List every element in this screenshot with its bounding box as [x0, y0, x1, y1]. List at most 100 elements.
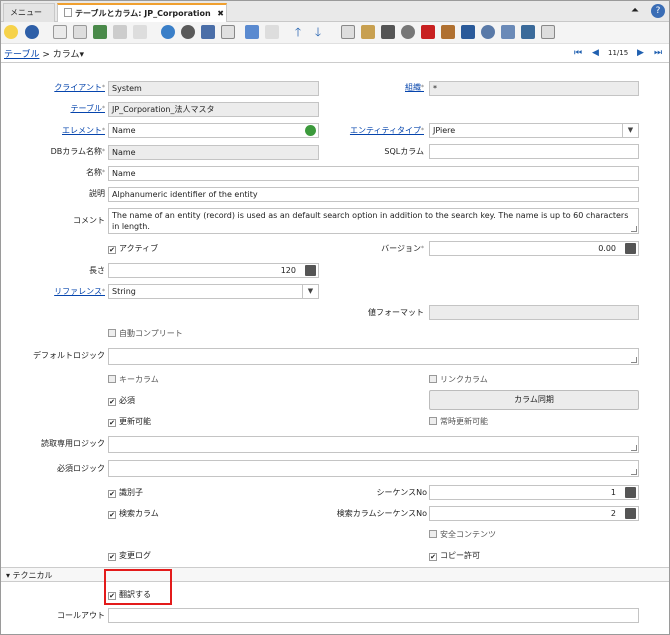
new-icon[interactable] [53, 25, 67, 39]
sqlcol-field[interactable] [429, 144, 639, 159]
element-label[interactable]: エレメント* [41, 125, 105, 137]
element-field[interactable]: Name [108, 123, 319, 138]
seqno-field[interactable]: 1 [429, 485, 639, 500]
readonlylogic-label: 読取専用ロジック [41, 439, 105, 448]
multi-icon[interactable] [265, 25, 279, 39]
calculator-icon[interactable] [625, 487, 636, 498]
help-icon[interactable]: ? [651, 4, 665, 18]
print-icon[interactable] [381, 25, 395, 39]
resize-icon[interactable] [631, 445, 637, 451]
breadcrumb: テーブル > カラム▾ ⏮ ◀ 11/15 ▶ ⏭ [1, 44, 669, 63]
check-icon: ✔ [108, 553, 116, 561]
checkbox-icon [429, 530, 437, 538]
entity-label[interactable]: エンティティタイプ* [341, 125, 424, 137]
first-record-icon[interactable]: ⏮ [574, 48, 584, 58]
help-toolbar-icon[interactable] [25, 25, 39, 39]
linkcol-checkbox[interactable]: リンクカラム [429, 374, 488, 385]
lightbulb-icon[interactable] [4, 25, 18, 39]
check-icon: ✔ [429, 553, 437, 561]
selcol-checkbox[interactable]: ✔ 検索カラム [108, 508, 159, 519]
zoom-arrow-icon[interactable] [305, 125, 316, 136]
search-icon[interactable] [181, 25, 195, 39]
calculator-icon[interactable] [625, 243, 636, 254]
entity-select[interactable]: JPiere ▼ [429, 123, 639, 138]
updatable-checkbox[interactable]: ✔ 更新可能 [108, 416, 151, 427]
refresh-icon[interactable] [161, 25, 175, 39]
comment-text: The name of an entity (record) is used a… [112, 211, 629, 231]
document-icon [64, 8, 72, 17]
org-label[interactable]: 組織* [351, 82, 424, 94]
active-checkbox[interactable]: ✔ アクティブ [108, 243, 158, 254]
comment-field[interactable]: The name of an entity (record) is used a… [108, 208, 639, 234]
tab-close-icon[interactable]: ✖ [217, 9, 224, 18]
element-value: Name [112, 126, 136, 135]
archive-icon[interactable] [361, 25, 375, 39]
grid-toggle-icon[interactable] [245, 25, 259, 39]
breadcrumb-table-link[interactable]: テーブル [4, 50, 39, 60]
calculator-icon[interactable] [625, 508, 636, 519]
breadcrumb-separator: > [42, 50, 50, 60]
attachment-icon[interactable] [201, 25, 215, 39]
desc-field[interactable]: Alphanumeric identifier of the entity [108, 187, 639, 202]
workflow-icon[interactable] [421, 25, 435, 39]
changelog-checkbox[interactable]: ✔ 変更ログ [108, 550, 151, 561]
chat-icon[interactable] [221, 25, 235, 39]
entity-value: JPiere [433, 126, 456, 135]
callout-field[interactable] [108, 608, 639, 623]
checkbox-icon [108, 329, 116, 337]
export-icon[interactable] [501, 25, 515, 39]
check-icon: ✔ [108, 490, 116, 498]
resize-icon[interactable] [631, 226, 637, 232]
reference-label[interactable]: リファレンス* [41, 286, 105, 298]
org-field: * [429, 81, 639, 96]
sync-column-button[interactable]: カラム同期 [429, 390, 639, 410]
secure-checkbox[interactable]: 安全コンテンツ [429, 529, 496, 540]
last-record-icon[interactable]: ⏭ [654, 48, 664, 58]
reference-select[interactable]: String ▼ [108, 284, 319, 299]
tab-table-column[interactable]: テーブルとカラム: JP_Corporation ✖ [57, 3, 227, 23]
version-field[interactable]: 0.00 [429, 241, 639, 256]
next-record-icon[interactable]: 🡓 [311, 25, 325, 39]
tab-bar: メニュー テーブルとカラム: JP_Corporation ✖ ⏶ ? [1, 1, 669, 23]
report-icon[interactable] [441, 25, 455, 39]
keycol-checkbox[interactable]: キーカラム [108, 374, 159, 385]
resize-icon[interactable] [631, 469, 637, 475]
identifier-checkbox[interactable]: ✔ 識別子 [108, 487, 143, 498]
seqno-label: シーケンスNo [376, 488, 427, 497]
copy-icon[interactable] [73, 25, 87, 39]
breadcrumb-current[interactable]: カラム▾ [53, 50, 84, 60]
history-icon[interactable] [341, 25, 355, 39]
copy-checkbox[interactable]: ✔ コピー許可 [429, 550, 480, 561]
check-icon: ✔ [108, 246, 116, 254]
defaultlogic-field[interactable] [108, 348, 639, 365]
post-it-icon[interactable] [541, 25, 555, 39]
calculator-icon[interactable] [305, 265, 316, 276]
alwaysupd-checkbox[interactable]: 常時更新可能 [429, 416, 488, 427]
import-icon[interactable] [521, 25, 535, 39]
client-label[interactable]: クライアント* [41, 82, 105, 94]
resize-icon[interactable] [631, 357, 637, 363]
section-technical[interactable]: ▾ テクニカル [1, 567, 669, 582]
autocomplete-checkbox[interactable]: 自動コンプリート [108, 328, 183, 339]
prev-page-icon[interactable]: ◀ [592, 48, 602, 58]
table-label[interactable]: テーブル* [41, 103, 105, 115]
zoom-icon[interactable] [401, 25, 415, 39]
mandlogic-field[interactable] [108, 460, 639, 477]
tab-menu[interactable]: メニュー [3, 3, 55, 22]
dbcol-label: DBカラム名称* [50, 147, 105, 156]
mandatory-checkbox[interactable]: ✔ 必須 [108, 395, 135, 406]
readonlylogic-field[interactable] [108, 436, 639, 453]
chevron-down-icon[interactable]: ▼ [302, 285, 318, 298]
settings-icon[interactable] [481, 25, 495, 39]
length-field[interactable]: 120 [108, 263, 319, 278]
selseq-field[interactable]: 2 [429, 506, 639, 521]
prev-record-icon[interactable]: 🡑 [291, 25, 305, 39]
save-new-icon[interactable] [133, 25, 147, 39]
next-page-icon[interactable]: ▶ [637, 48, 647, 58]
chevron-down-icon[interactable]: ▼ [622, 124, 638, 137]
save-icon[interactable] [113, 25, 127, 39]
process-icon[interactable] [461, 25, 475, 39]
collapse-icon[interactable]: ⏶ [628, 4, 642, 18]
name-field[interactable]: Name [108, 166, 639, 181]
delete-icon[interactable] [93, 25, 107, 39]
